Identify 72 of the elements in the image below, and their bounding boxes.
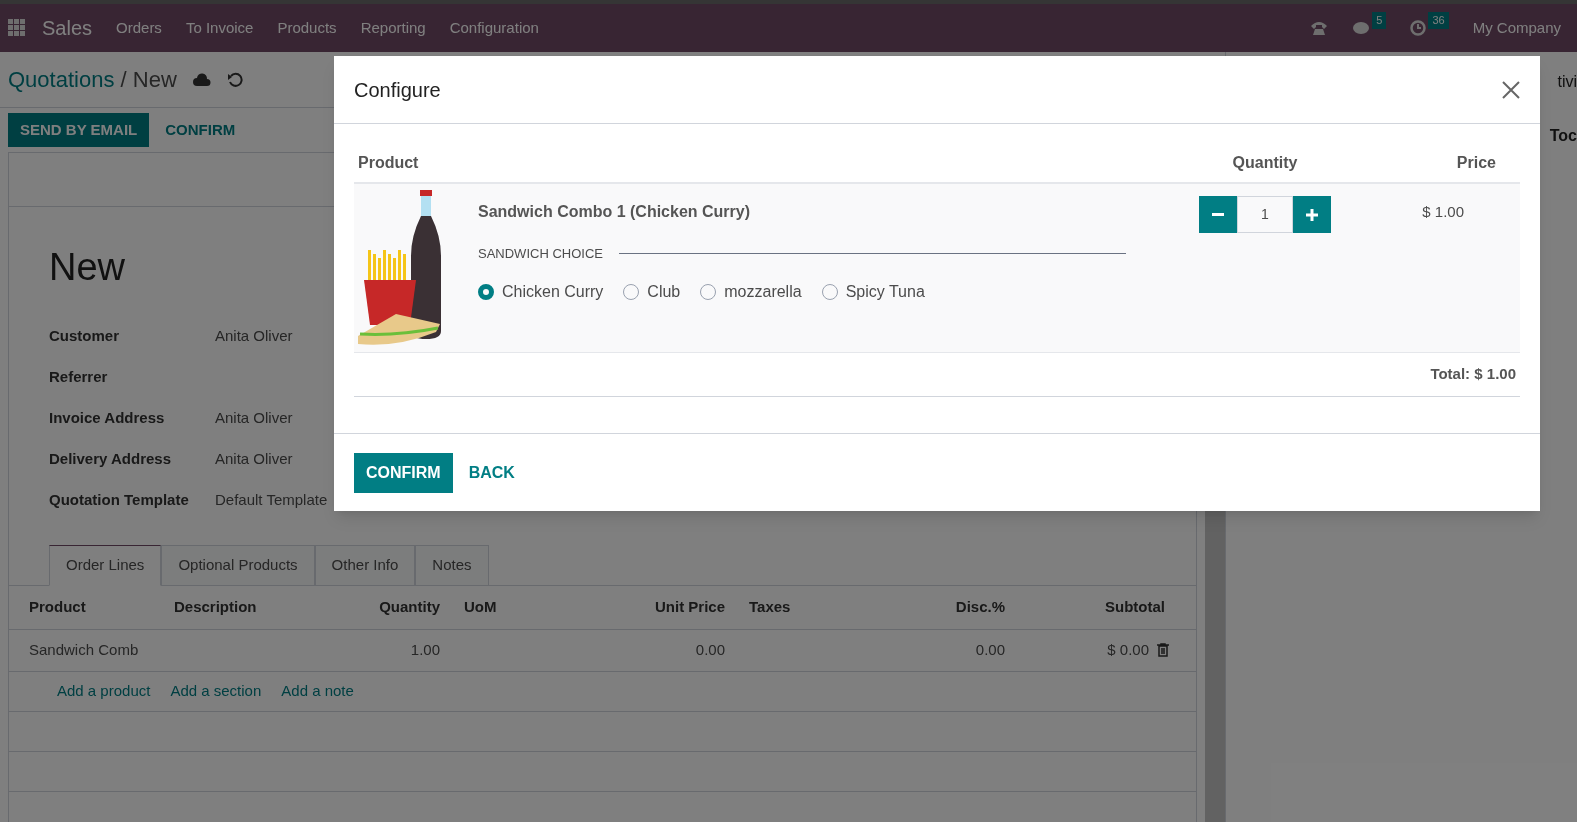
dialog-title: Configure — [354, 77, 441, 103]
table-cell-text: $ 0.00 — [1107, 639, 1149, 660]
form-tab[interactable]: Order Lines — [49, 545, 162, 586]
phone-icon[interactable] — [1310, 20, 1329, 36]
field-label: Referrer — [49, 367, 109, 388]
field-label: Quotation Template — [49, 490, 190, 511]
column-header: Product — [28, 596, 87, 617]
table-cell[interactable]: Sandwich Comb — [17, 638, 162, 662]
column-header: Quantity — [378, 596, 441, 617]
chatter-text: Toc — [1549, 126, 1577, 146]
breadcrumb: Quotations / New — [8, 66, 177, 94]
column-header: Product — [357, 153, 420, 173]
menu-item[interactable]: Configuration — [449, 16, 539, 40]
undo-icon[interactable] — [226, 71, 243, 88]
action-button[interactable]: SEND BY EMAIL — [8, 112, 150, 148]
add-line-link[interactable]: Add a note — [281, 679, 354, 703]
cloud-upload-icon[interactable] — [192, 72, 211, 87]
menu-item[interactable]: Reporting — [360, 16, 426, 40]
chat-icon[interactable] — [1352, 20, 1371, 36]
record-title: New — [49, 245, 126, 290]
trash-icon[interactable] — [1157, 643, 1169, 657]
chatter-text: tivi — [1557, 72, 1577, 92]
field-label: Invoice Address — [49, 408, 166, 429]
dialog-button[interactable]: BACK — [456, 452, 527, 493]
increase-button[interactable] — [1293, 196, 1331, 233]
field-value[interactable]: Anita Oliver — [215, 448, 293, 471]
menu-item[interactable]: Orders — [116, 16, 162, 40]
field-label: Delivery Address — [49, 449, 172, 470]
column-header: Quantity — [1231, 153, 1299, 173]
column-header: Disc.% — [954, 596, 1006, 617]
radio-button[interactable] — [478, 283, 494, 300]
column-header: Description — [173, 596, 258, 617]
option-label[interactable]: Spicy Tuna — [845, 279, 925, 304]
field-value[interactable]: Anita Oliver — [215, 407, 293, 430]
option-label[interactable]: mozzarella — [724, 279, 802, 304]
form-tab[interactable]: Optional Products — [161, 545, 315, 586]
add-line-link[interactable]: Add a product — [57, 679, 151, 703]
total-price: Total: $ 1.00 — [1430, 364, 1516, 385]
column-header: UoM — [463, 596, 498, 617]
dialog-button[interactable]: CONFIRM — [354, 452, 453, 493]
plus-icon — [1306, 208, 1318, 221]
column-header: Subtotal — [1104, 596, 1166, 617]
minus-icon — [1212, 213, 1224, 216]
message-count-badge: 5 — [1372, 12, 1387, 29]
decrease-button[interactable] — [1199, 196, 1237, 233]
form-tab[interactable]: Notes — [415, 545, 489, 586]
option-label[interactable]: Chicken Curry — [502, 279, 604, 304]
field-value[interactable]: Anita Oliver — [215, 325, 293, 348]
action-button[interactable]: CONFIRM — [153, 112, 248, 148]
table-cell-text: 0.00 — [974, 639, 1006, 660]
column-header: Unit Price — [653, 596, 726, 617]
table-cell[interactable]: 1.00 — [322, 638, 452, 662]
column-header: Taxes — [748, 596, 792, 617]
attribute-name: SANDWICH CHOICE — [478, 245, 603, 263]
menu-item[interactable]: To Invoice — [185, 16, 254, 40]
option-label[interactable]: Club — [647, 279, 681, 304]
clock-icon[interactable] — [1410, 20, 1427, 36]
product-name: Sandwich Combo 1 (Chicken Curry) — [478, 202, 752, 222]
apps-grid-icon[interactable] — [8, 19, 26, 37]
column-header: Price — [1455, 153, 1497, 173]
activity-count-badge: 36 — [1428, 12, 1449, 29]
product-price: $ 1.00 — [1422, 203, 1464, 220]
close-icon[interactable] — [1502, 80, 1520, 99]
menu-item[interactable]: Products — [277, 16, 337, 40]
company-name[interactable]: My Company — [1472, 16, 1561, 40]
quantity-input[interactable]: 1 — [1237, 196, 1293, 233]
form-tab[interactable]: Other Info — [314, 545, 416, 586]
add-line-link[interactable]: Add a section — [170, 679, 262, 703]
app-name[interactable]: Sales — [42, 13, 93, 43]
field-value[interactable]: Default Template — [215, 489, 328, 512]
field-label: Customer — [49, 326, 120, 347]
table-cell[interactable]: 0.00 — [627, 638, 737, 662]
